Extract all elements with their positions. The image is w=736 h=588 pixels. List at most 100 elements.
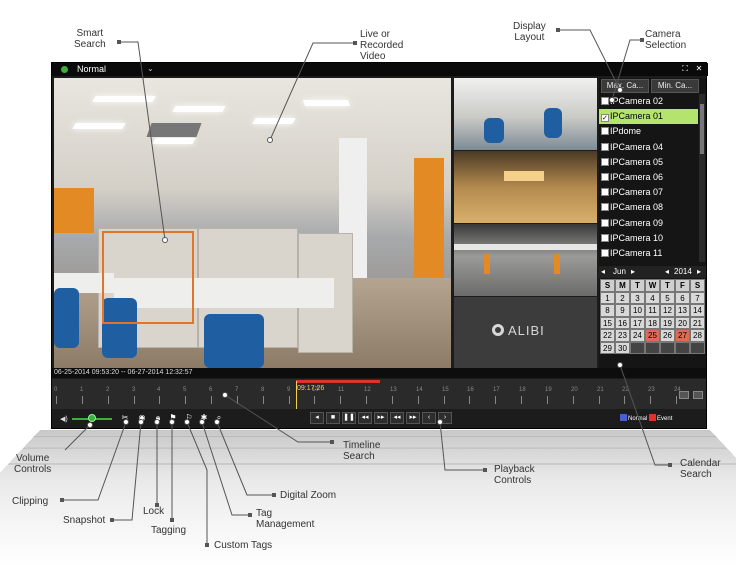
rewind-icon[interactable]: ◂◂ <box>390 412 404 424</box>
timeline-zoom-in-icon[interactable] <box>693 391 703 399</box>
calendar-day[interactable]: 25 <box>645 329 660 342</box>
calendar-day[interactable]: 29 <box>600 341 615 354</box>
camera-tile-3[interactable] <box>454 224 597 296</box>
camera-list-item[interactable]: IPCamera 07 <box>599 185 698 200</box>
next-year-icon[interactable]: ▸ <box>697 267 701 276</box>
step-back-icon[interactable]: ◂◂ <box>358 412 372 424</box>
camera-checkbox[interactable] <box>601 233 609 242</box>
camera-checkbox[interactable] <box>601 203 609 212</box>
calendar-day[interactable]: 13 <box>675 304 690 317</box>
timeline-tick-label: 12 <box>364 387 371 393</box>
calendar-day[interactable]: 17 <box>630 316 645 329</box>
calendar-day[interactable]: 6 <box>675 291 690 304</box>
calendar-day[interactable]: 20 <box>675 316 690 329</box>
camera-list-item[interactable]: IPCamera 06 <box>599 170 698 185</box>
min-camera-button[interactable]: Min. Ca... <box>651 79 699 93</box>
calendar-day[interactable]: 15 <box>600 316 615 329</box>
calendar-day[interactable]: 12 <box>660 304 675 317</box>
fast-forward-icon[interactable]: ▸▸ <box>406 412 420 424</box>
calendar-day[interactable]: 8 <box>600 304 615 317</box>
timeline-tick <box>676 396 677 404</box>
control-bar: ◀) ✂ ◉ 🔒︎ ⚑ ⚐ ✱ ⌕ ◂ ■ ❚❚ ◂◂ ▸▸ ◂◂ ▸▸ ‹ ›… <box>52 409 706 428</box>
calendar-day[interactable]: 30 <box>615 341 630 354</box>
previous-icon[interactable]: ‹ <box>422 412 436 424</box>
timeline-tick <box>573 396 574 404</box>
timeline-tick-label: 14 <box>416 387 423 393</box>
camera-list-item[interactable]: IPCamera 04 <box>599 140 698 155</box>
digital-zoom-icon[interactable]: ⌕ <box>213 412 225 424</box>
camera-label: IPCamera 07 <box>610 187 664 198</box>
fullscreen-icon[interactable]: ⛶ <box>680 64 690 74</box>
camera-list-item[interactable]: IPCamera 09 <box>599 216 698 231</box>
tag-management-icon[interactable]: ✱ <box>198 412 210 424</box>
camera-list-scrollbar[interactable] <box>699 94 705 262</box>
camera-tile-empty[interactable]: ALIBI <box>454 297 597 368</box>
main-video-feed[interactable] <box>54 78 451 368</box>
calendar-day[interactable]: 7 <box>690 291 705 304</box>
speaker-icon[interactable]: ◀) <box>60 415 68 423</box>
calendar-day[interactable]: 1 <box>600 291 615 304</box>
calendar-day[interactable]: 10 <box>630 304 645 317</box>
pause-icon[interactable]: ❚❚ <box>342 412 356 424</box>
max-camera-button[interactable]: Max. Ca... <box>601 79 649 93</box>
timeline-tick-label: 21 <box>597 387 604 393</box>
view-mode-label[interactable]: Normal <box>77 64 106 74</box>
camera-checkbox[interactable] <box>601 172 609 181</box>
camera-checkbox[interactable] <box>601 248 609 257</box>
next-icon[interactable]: › <box>438 412 452 424</box>
calendar-day[interactable]: 4 <box>645 291 660 304</box>
calendar-day[interactable]: 21 <box>690 316 705 329</box>
camera-tile-1[interactable] <box>454 78 597 150</box>
camera-checkbox[interactable] <box>601 97 609 105</box>
lock-icon[interactable]: 🔒︎ <box>152 412 164 424</box>
camera-list-item[interactable]: IPCamera 10 <box>599 231 698 246</box>
camera-list-item[interactable]: IPCamera 08 <box>599 200 698 215</box>
tag-icon[interactable]: ⚑ <box>167 412 179 424</box>
camera-checkbox[interactable] <box>601 188 609 197</box>
snapshot-icon[interactable]: ◉ <box>136 412 148 424</box>
custom-tag-icon[interactable]: ⚐ <box>183 412 195 424</box>
calendar-day[interactable]: 14 <box>690 304 705 317</box>
camera-checkbox[interactable] <box>601 218 609 227</box>
calendar-day[interactable]: 23 <box>615 329 630 342</box>
calendar-day[interactable]: 2 <box>615 291 630 304</box>
camera-list-item[interactable]: ✓ IPCamera 01 <box>599 109 698 125</box>
camera-checkbox[interactable] <box>601 127 609 136</box>
prev-month-icon[interactable]: ◂ <box>601 267 605 276</box>
camera-tile-2[interactable] <box>454 151 597 223</box>
next-month-icon[interactable]: ▸ <box>631 267 635 276</box>
calendar-day[interactable]: 19 <box>660 316 675 329</box>
camera-list-item[interactable]: IPCamera 05 <box>599 155 698 170</box>
close-icon[interactable]: ✕ <box>694 64 704 74</box>
timeline-tick <box>495 396 496 404</box>
volume-knob[interactable] <box>88 414 96 422</box>
calendar-day[interactable]: 22 <box>600 329 615 342</box>
prev-year-icon[interactable]: ◂ <box>665 267 669 276</box>
camera-checkbox[interactable] <box>601 157 609 166</box>
calendar-day[interactable]: 27 <box>675 329 690 342</box>
timeline[interactable]: 0 1 2 3 4 5 6 7 8 9 10 11 12 13 14 15 16 17 18 19 20 21 22 23 24… <box>52 379 706 409</box>
calendar-day[interactable]: 24 <box>630 329 645 342</box>
stop-icon[interactable]: ■ <box>326 412 340 424</box>
calendar-day[interactable]: 16 <box>615 316 630 329</box>
step-forward-icon[interactable]: ▸▸ <box>374 412 388 424</box>
weekday-header: M <box>615 279 630 292</box>
chevron-down-icon[interactable]: ⌄ <box>147 64 154 73</box>
calendar-day[interactable]: 18 <box>645 316 660 329</box>
camera-list-item[interactable]: IPCamera 11 <box>599 246 698 261</box>
timeline-zoom-out-icon[interactable] <box>679 391 689 399</box>
calendar-day[interactable]: 26 <box>660 329 675 342</box>
calendar-day[interactable]: 28 <box>690 329 705 342</box>
timeline-tick-label: 4 <box>157 387 161 393</box>
camera-checkbox[interactable]: ✓ <box>601 114 609 123</box>
camera-list-item[interactable]: IPdome <box>599 124 698 139</box>
camera-checkbox[interactable] <box>601 142 609 151</box>
clipping-icon[interactable]: ✂ <box>119 412 131 424</box>
calendar-day[interactable]: 3 <box>630 291 645 304</box>
smart-search-region[interactable] <box>102 231 194 324</box>
calendar-day[interactable]: 11 <box>645 304 660 317</box>
camera-list-item[interactable]: IPCamera 02 <box>599 94 698 109</box>
calendar-day[interactable]: 9 <box>615 304 630 317</box>
reverse-play-icon[interactable]: ◂ <box>310 412 324 424</box>
calendar-day[interactable]: 5 <box>660 291 675 304</box>
